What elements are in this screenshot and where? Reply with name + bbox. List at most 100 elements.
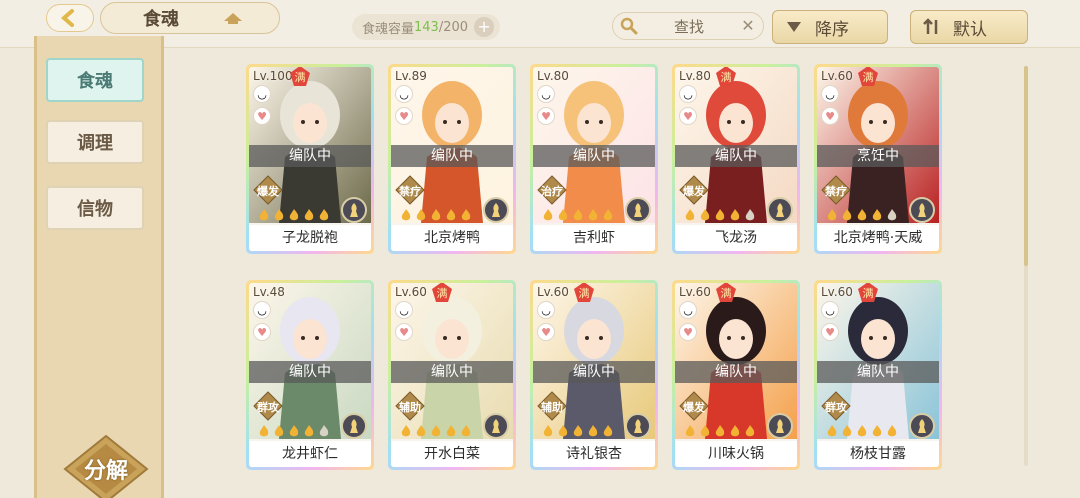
card-side-icons: ◡ ♥ bbox=[537, 301, 555, 345]
element-icon bbox=[767, 197, 793, 223]
card-side-icons: ◡ ♥ bbox=[679, 85, 697, 129]
element-icon bbox=[341, 413, 367, 439]
team-status: 编队中 bbox=[675, 145, 797, 167]
team-status: 编队中 bbox=[533, 145, 655, 167]
food-soul-card[interactable]: Lv.80 满 ◡ ♥ 编队中 爆发 飞龙汤 bbox=[672, 64, 800, 254]
flame-star-icon bbox=[713, 423, 727, 437]
search-box[interactable]: 查找 ✕ bbox=[612, 12, 764, 40]
heart-icon: ♥ bbox=[821, 323, 839, 341]
food-soul-card[interactable]: Lv.48 ◡ ♥ 编队中 群攻 龙井虾仁 bbox=[246, 280, 374, 470]
decompose-button[interactable]: 分解 bbox=[63, 434, 149, 498]
team-status: 编队中 bbox=[817, 361, 939, 383]
level-label: Lv.48 bbox=[253, 285, 285, 299]
element-icon bbox=[909, 197, 935, 223]
flame-star-icon bbox=[870, 423, 884, 437]
flame-star-icon bbox=[556, 207, 570, 221]
team-status: 编队中 bbox=[249, 145, 371, 167]
flame-star-icon bbox=[885, 423, 899, 437]
food-soul-card[interactable]: Lv.60 满 ◡ ♥ 烹饪中 禁疗 北京烤鸭·天威 bbox=[814, 64, 942, 254]
add-capacity-button[interactable]: + bbox=[474, 17, 495, 37]
max-level-badge-icon: 满 bbox=[290, 67, 310, 86]
star-rating bbox=[825, 207, 900, 221]
food-soul-card[interactable]: Lv.60 满 ◡ ♥ 编队中 群攻 杨枝甘露 bbox=[814, 280, 942, 470]
bowl-icon: ◡ bbox=[537, 85, 555, 103]
back-button[interactable] bbox=[46, 4, 94, 32]
food-soul-card[interactable]: Lv.60 满 ◡ ♥ 编队中 辅助 诗礼银杏 bbox=[530, 280, 658, 470]
bowl-icon: ◡ bbox=[253, 301, 271, 319]
flame-star-icon bbox=[459, 423, 473, 437]
flame-star-icon bbox=[571, 423, 585, 437]
star-rating bbox=[257, 423, 332, 437]
flame-star-empty-icon bbox=[317, 423, 331, 437]
sidebar-item-conditioning[interactable]: 调理 bbox=[46, 120, 144, 164]
star-rating bbox=[257, 207, 332, 221]
svg-text:满: 满 bbox=[721, 287, 732, 300]
flame-star-icon bbox=[728, 207, 742, 221]
page-title: 食魂 bbox=[143, 9, 179, 30]
sort-order-button[interactable]: 降序 bbox=[772, 10, 888, 44]
sidebar-item-food-souls[interactable]: 食魂 bbox=[46, 58, 144, 102]
svg-text:满: 满 bbox=[295, 71, 306, 84]
level-label: Lv.80 bbox=[537, 69, 569, 83]
scrollbar[interactable] bbox=[1024, 66, 1028, 466]
role-label: 辅助 bbox=[399, 401, 421, 414]
flame-star-icon bbox=[302, 423, 316, 437]
element-icon bbox=[341, 197, 367, 223]
character-name: 诗礼银杏 bbox=[533, 441, 655, 467]
flame-star-icon bbox=[743, 423, 757, 437]
team-status: 编队中 bbox=[391, 361, 513, 383]
food-soul-card[interactable]: Lv.80 ◡ ♥ 编队中 治疗 吉利虾 bbox=[530, 64, 658, 254]
app-root: 食魂 食魂容量 143 /200 + 查找 ✕ 降序 默认 食魂 调理 信物 分… bbox=[0, 0, 1080, 498]
flame-star-icon bbox=[571, 207, 585, 221]
role-tag: 治疗 bbox=[537, 175, 567, 205]
card-body: Lv.89 ◡ ♥ 编队中 禁疗 北京烤鸭 bbox=[391, 67, 513, 251]
flame-star-icon bbox=[272, 423, 286, 437]
card-body: Lv.60 满 ◡ ♥ 烹饪中 禁疗 北京烤鸭·天威 bbox=[817, 67, 939, 251]
heart-icon: ♥ bbox=[537, 107, 555, 125]
character-name: 北京烤鸭·天威 bbox=[817, 225, 939, 251]
flame-star-icon bbox=[541, 423, 555, 437]
card-body: Lv.80 ◡ ♥ 编队中 治疗 吉利虾 bbox=[533, 67, 655, 251]
sidebar-item-tokens[interactable]: 信物 bbox=[46, 186, 144, 230]
element-icon bbox=[483, 413, 509, 439]
flame-star-icon bbox=[459, 207, 473, 221]
star-rating bbox=[683, 207, 758, 221]
flame-star-icon bbox=[302, 207, 316, 221]
svg-text:满: 满 bbox=[863, 287, 874, 300]
role-tag: 爆发 bbox=[253, 175, 283, 205]
flame-star-icon bbox=[683, 207, 697, 221]
scrollbar-thumb[interactable] bbox=[1024, 66, 1028, 266]
flame-star-icon bbox=[601, 423, 615, 437]
flame-star-icon bbox=[541, 207, 555, 221]
clear-search-icon[interactable]: ✕ bbox=[739, 17, 757, 35]
max-level-badge-icon: 满 bbox=[574, 283, 594, 302]
max-level-badge-icon: 满 bbox=[716, 67, 736, 86]
card-side-icons: ◡ ♥ bbox=[395, 301, 413, 345]
team-status: 编队中 bbox=[533, 361, 655, 383]
role-tag: 禁疗 bbox=[821, 175, 851, 205]
sort-mode-button[interactable]: 默认 bbox=[910, 10, 1028, 44]
heart-icon: ♥ bbox=[821, 107, 839, 125]
bowl-icon: ◡ bbox=[821, 85, 839, 103]
character-name: 开水白菜 bbox=[391, 441, 513, 467]
card-body: Lv.60 满 ◡ ♥ 编队中 群攻 杨枝甘露 bbox=[817, 283, 939, 467]
food-soul-card[interactable]: Lv.60 满 ◡ ♥ 编队中 辅助 开水白菜 bbox=[388, 280, 516, 470]
food-soul-card[interactable]: Lv.100 满 ◡ ♥ 编队中 爆发 子龙脱袍 bbox=[246, 64, 374, 254]
level-label: Lv.60 bbox=[679, 285, 711, 299]
flame-star-icon bbox=[601, 207, 615, 221]
food-soul-card[interactable]: Lv.60 满 ◡ ♥ 编队中 爆发 川味火锅 bbox=[672, 280, 800, 470]
max-level-badge-icon: 满 bbox=[716, 283, 736, 302]
flame-star-icon bbox=[728, 423, 742, 437]
star-rating bbox=[541, 423, 616, 437]
character-name: 飞龙汤 bbox=[675, 225, 797, 251]
role-label: 爆发 bbox=[683, 401, 705, 414]
team-status: 编队中 bbox=[249, 361, 371, 383]
card-side-icons: ◡ ♥ bbox=[821, 85, 839, 129]
max-level-badge-icon: 满 bbox=[858, 67, 878, 86]
flame-star-icon bbox=[840, 423, 854, 437]
role-tag: 爆发 bbox=[679, 175, 709, 205]
roof-ornament-icon bbox=[224, 13, 242, 24]
flame-star-icon bbox=[698, 423, 712, 437]
food-soul-card[interactable]: Lv.89 ◡ ♥ 编队中 禁疗 北京烤鸭 bbox=[388, 64, 516, 254]
role-tag: 爆发 bbox=[679, 391, 709, 421]
